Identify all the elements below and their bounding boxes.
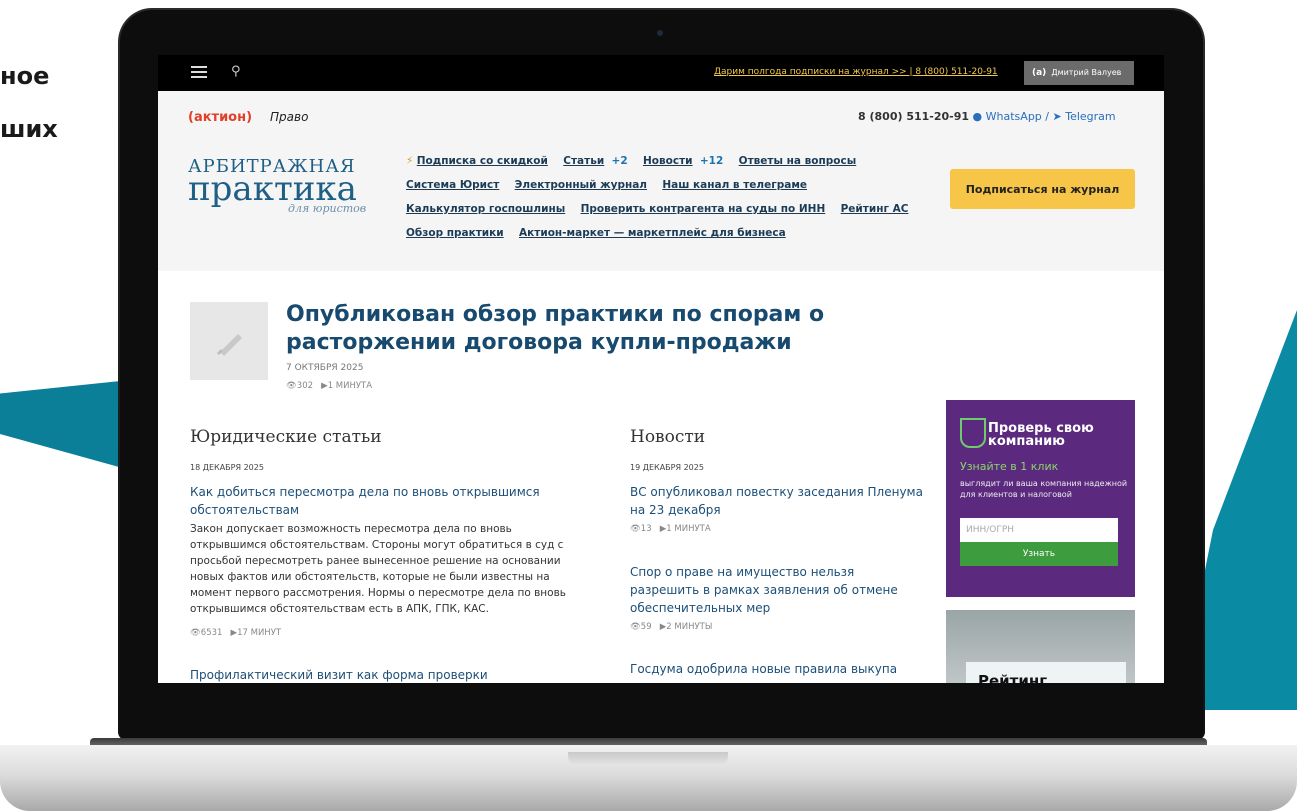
shield-icon bbox=[960, 418, 986, 448]
nav-news[interactable]: Новости bbox=[643, 155, 693, 167]
promo-link[interactable]: Дарим полгода подписки на журнал >> | 8 … bbox=[714, 67, 998, 77]
background-text-2: ших bbox=[0, 115, 58, 143]
site-header: (актион) Право 8 (800) 511-20-91 ● Whats… bbox=[158, 91, 1164, 271]
site-logo[interactable]: АРБИТРАЖНАЯ практика для юристов bbox=[188, 156, 378, 226]
camera-icon bbox=[657, 30, 663, 36]
widget-title: Проверь свою компанию bbox=[988, 421, 1094, 449]
nav-subscription[interactable]: Подписка со скидкой bbox=[417, 155, 548, 167]
eye-icon: 👁 bbox=[630, 524, 641, 534]
article-date: 18 ДЕКАБРЯ 2025 bbox=[190, 463, 264, 472]
browser-screen: ⚲ Дарим полгода подписки на журнал >> | … bbox=[158, 55, 1164, 683]
nav-check-contractor[interactable]: Проверить контрагента на суды по ИНН bbox=[581, 203, 826, 215]
contacts: 8 (800) 511-20-91 ● WhatsApp / ➤ Telegra… bbox=[858, 110, 1116, 123]
nav-answers[interactable]: Ответы на вопросы bbox=[739, 155, 857, 167]
telegram-link[interactable]: Telegram bbox=[1065, 110, 1115, 123]
background-shape-left bbox=[0, 380, 130, 470]
main-article-title[interactable]: Опубликован обзор практики по спорам о р… bbox=[286, 301, 886, 357]
banner-text: Рейтинг bbox=[978, 672, 1048, 683]
widget-description: выглядит ли ваша компания на­дежной для … bbox=[960, 479, 1128, 499]
main-article-meta: 👁302 ▶1 МИНУТА bbox=[286, 381, 372, 391]
nav-rating[interactable]: Рейтинг АС bbox=[841, 203, 909, 215]
user-menu-button[interactable]: (а) Дмитрий Валуев bbox=[1024, 61, 1134, 85]
news-date: 19 ДЕКАБРЯ 2025 bbox=[630, 463, 704, 472]
eye-icon: 👁 bbox=[286, 381, 297, 391]
user-badge: (а) bbox=[1032, 68, 1047, 78]
news-link[interactable]: Спор о праве на имущество нельзя разреши… bbox=[630, 563, 920, 617]
news-meta: 👁13 ▶1 МИНУТА bbox=[630, 524, 711, 534]
read-time: 1 МИНУТА bbox=[327, 381, 373, 391]
article-excerpt: Закон допускает возможность пересмотра д… bbox=[190, 523, 566, 615]
brand-aktion-logo[interactable]: (актион) bbox=[188, 110, 252, 125]
news-heading[interactable]: Новости bbox=[630, 427, 705, 447]
whatsapp-link[interactable]: WhatsApp bbox=[986, 110, 1042, 123]
lightning-icon: ⚡ bbox=[406, 155, 414, 167]
top-bar: ⚲ Дарим полгода подписки на журнал >> | … bbox=[158, 55, 1164, 91]
subscribe-button[interactable]: Подписаться на журнал bbox=[950, 169, 1135, 209]
articles-count: +2 bbox=[611, 155, 628, 167]
eye-icon: 👁 bbox=[190, 628, 201, 638]
nav-calculator[interactable]: Калькулятор госпошлины bbox=[406, 203, 565, 215]
eye-icon: 👁 bbox=[630, 622, 641, 632]
whatsapp-icon: ● bbox=[972, 110, 983, 123]
article-thumbnail[interactable] bbox=[190, 302, 268, 380]
check-button[interactable]: Узнать bbox=[960, 542, 1118, 566]
read-time: 17 МИНУТ bbox=[237, 628, 282, 638]
news-link[interactable]: Госдума одобрила новые правила выкупа bbox=[630, 660, 930, 678]
main-navigation: ⚡ Подписка со скидкой Статьи +2 Новости … bbox=[406, 149, 908, 245]
views-count: 13 bbox=[640, 524, 652, 534]
read-time: 2 МИНУТЫ bbox=[666, 622, 713, 632]
brand-pravo-label[interactable]: Право bbox=[270, 110, 308, 124]
rating-banner[interactable]: Рейтинг bbox=[946, 610, 1135, 683]
logo-line-3: для юристов bbox=[288, 202, 367, 215]
inn-ogrn-input[interactable]: ИНН/ОГРН bbox=[960, 518, 1118, 542]
news-meta: 👁59 ▶2 МИНУТЫ bbox=[630, 622, 712, 632]
separator: / bbox=[1045, 110, 1049, 123]
news-link[interactable]: ВС опубликовал повестку заседания Пленум… bbox=[630, 483, 930, 519]
pen-icon bbox=[216, 334, 242, 356]
check-company-widget: Проверь свою компанию Узнайте в 1 клик в… bbox=[946, 400, 1135, 597]
views-count: 59 bbox=[640, 622, 652, 632]
nav-review[interactable]: Обзор практики bbox=[406, 227, 504, 239]
search-icon[interactable]: ⚲ bbox=[231, 64, 241, 79]
nav-ejournal[interactable]: Электронный журнал bbox=[515, 179, 647, 191]
main-article-date: 7 ОКТЯБРЯ 2025 bbox=[286, 363, 364, 373]
nav-system[interactable]: Система Юрист bbox=[406, 179, 499, 191]
nav-telegram-channel[interactable]: Наш канал в телеграме bbox=[662, 179, 807, 191]
article-link[interactable]: Как добиться пересмотра дела по вновь от… bbox=[190, 483, 580, 519]
article-meta: 👁6531 ▶17 МИНУТ bbox=[190, 628, 281, 638]
nav-articles[interactable]: Статьи bbox=[563, 155, 604, 167]
article-link[interactable]: Профилактический визит как форма проверк… bbox=[190, 666, 590, 683]
widget-subtitle: Узнайте в 1 клик bbox=[960, 460, 1059, 473]
legal-articles-heading[interactable]: Юридические статьи bbox=[190, 427, 382, 447]
nav-market[interactable]: Актион-маркет — маркетплейс для бизнеса bbox=[519, 227, 786, 239]
background-text-1: ное bbox=[0, 62, 50, 90]
laptop-notch bbox=[568, 752, 728, 766]
news-count: +12 bbox=[699, 155, 724, 167]
views-count: 302 bbox=[296, 381, 314, 391]
phone-number[interactable]: 8 (800) 511-20-91 bbox=[858, 110, 969, 123]
telegram-icon: ➤ bbox=[1052, 110, 1062, 123]
hamburger-menu-icon[interactable] bbox=[191, 66, 207, 78]
read-time: 1 МИНУТА bbox=[666, 524, 711, 534]
user-name: Дмитрий Валуев bbox=[1051, 68, 1122, 77]
views-count: 6531 bbox=[200, 628, 223, 638]
